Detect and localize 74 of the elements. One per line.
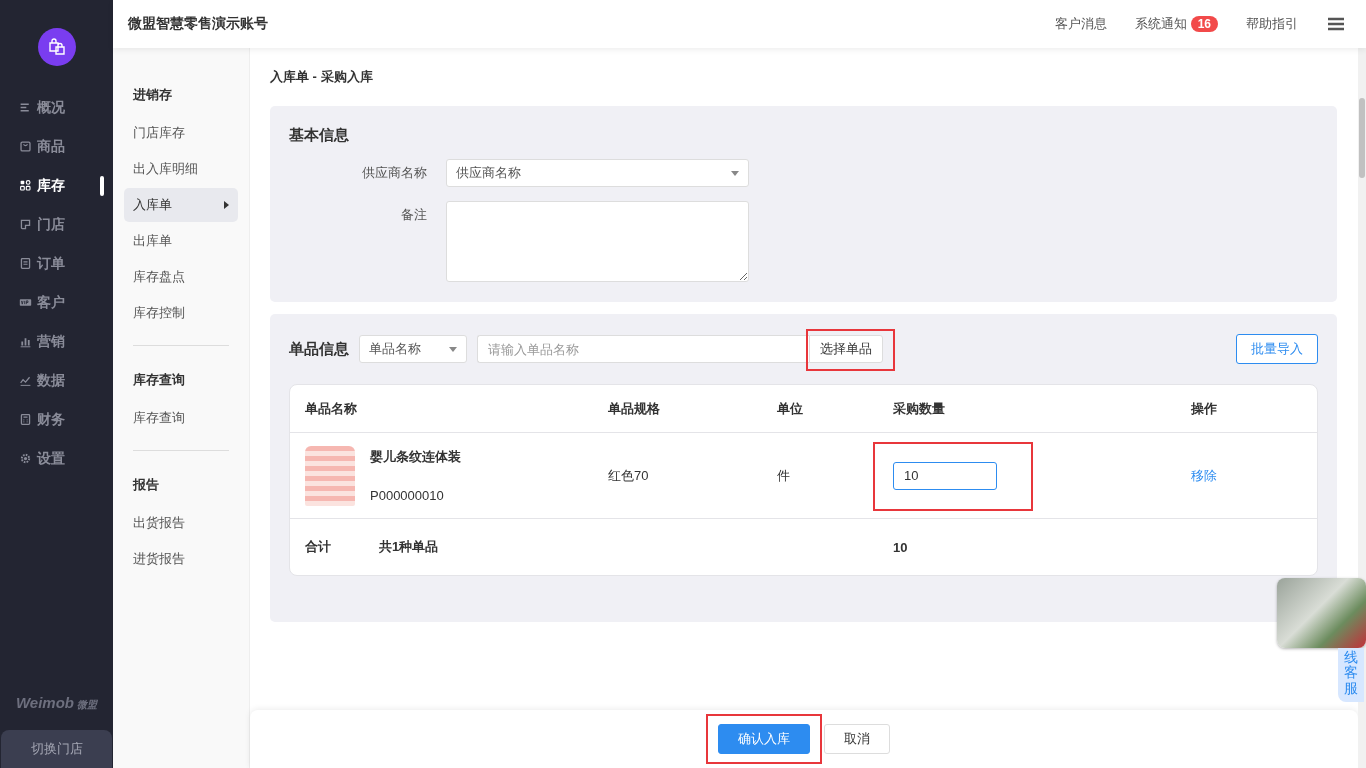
- nav-item[interactable]: 设置: [0, 439, 113, 478]
- header-link[interactable]: 帮助指引: [1246, 15, 1298, 33]
- product-name: 婴儿条纹连体装: [370, 448, 461, 466]
- table-cell-text: 件: [777, 466, 791, 485]
- card-title: 基本信息: [289, 126, 350, 145]
- dropdown-arrow-icon: [731, 170, 739, 176]
- card-title: 单品信息: [289, 339, 349, 359]
- column-header: 单品名称: [305, 399, 358, 418]
- brand-logo: Weimob: [15, 694, 75, 711]
- bag-icon: [19, 140, 32, 153]
- table-cell-text: 红色70: [608, 466, 650, 485]
- cancel-button[interactable]: 取消: [824, 724, 890, 754]
- sub-nav-item[interactable]: 出入库明细: [124, 152, 238, 186]
- nav-item[interactable]: 订单: [0, 244, 113, 283]
- section-title: 库存查询: [132, 371, 186, 389]
- header-link[interactable]: 客户消息: [1054, 15, 1107, 33]
- total-quantity: 10: [893, 539, 909, 555]
- field-label: 供应商名称: [361, 164, 428, 182]
- store-icon: [19, 218, 32, 231]
- nav-item[interactable]: 库存: [0, 166, 113, 205]
- gear-icon: [19, 452, 32, 465]
- notification-badge: 16: [1190, 16, 1218, 32]
- caret-icon: [224, 201, 229, 209]
- header-link[interactable]: 系统通知 16: [1134, 15, 1218, 33]
- product-code: P000000010: [370, 488, 445, 503]
- sub-nav-item[interactable]: 出库单: [124, 224, 238, 258]
- nav-item[interactable]: 门店: [0, 205, 113, 244]
- select-item-button[interactable]: 选择单品: [809, 335, 883, 363]
- field-label: 备注: [400, 206, 428, 224]
- vip-icon: [19, 296, 32, 309]
- photo-placeholder[interactable]: [1277, 578, 1366, 648]
- filter-select[interactable]: 单品名称: [359, 335, 467, 363]
- lines-icon: [19, 101, 32, 114]
- sub-nav-item[interactable]: 入库单: [124, 188, 238, 222]
- menu-icon[interactable]: [1328, 17, 1344, 31]
- supplier-select[interactable]: 供应商名称: [446, 159, 749, 187]
- quantity-field[interactable]: 10: [893, 461, 997, 490]
- search-field[interactable]: 请输入单品名称: [477, 335, 809, 363]
- sub-nav-item[interactable]: 门店库存: [124, 116, 238, 150]
- product-photo: [305, 445, 355, 506]
- grid-icon: [19, 179, 32, 192]
- sub-nav-item[interactable]: 出货报告: [124, 506, 238, 540]
- page-title: 入库单 - 采购入库: [270, 68, 374, 86]
- dropdown-arrow-icon: [449, 346, 457, 352]
- brand-logo-suffix: 微盟: [77, 698, 98, 712]
- bar-chart-icon: [19, 335, 32, 348]
- column-header: 单品规格: [608, 399, 661, 418]
- nav-item[interactable]: 商品: [0, 127, 113, 166]
- sub-nav-item[interactable]: 库存控制: [124, 296, 238, 330]
- total-label: 合计: [305, 538, 331, 556]
- total-count: 共1种单品: [379, 538, 439, 556]
- account-title: 微盟智慧零售演示账号: [128, 15, 269, 33]
- sub-nav-item[interactable]: 进货报告: [124, 542, 238, 576]
- nav-item[interactable]: 概况: [0, 88, 113, 127]
- nav-item[interactable]: 客户: [0, 283, 113, 322]
- sub-nav-item[interactable]: 库存盘点: [124, 260, 238, 294]
- section-title: 进销存: [132, 86, 173, 104]
- document-icon: [19, 257, 32, 270]
- section-title: 报告: [131, 476, 160, 494]
- nav-item[interactable]: 营销: [0, 322, 113, 361]
- sub-nav-item[interactable]: 库存查询: [124, 401, 238, 435]
- active-indicator: [100, 176, 104, 196]
- trend-icon: [19, 374, 32, 387]
- remove-link[interactable]: 移除: [1191, 466, 1317, 485]
- calculator-icon: [19, 413, 32, 426]
- bulk-import-button[interactable]: 批量导入: [1236, 334, 1318, 364]
- remark-field[interactable]: [446, 201, 749, 282]
- column-header: 单位: [777, 399, 804, 418]
- logo-icon: [37, 28, 76, 66]
- nav-item[interactable]: 数据: [0, 361, 113, 400]
- column-header: 操作: [1191, 399, 1218, 418]
- nav-item[interactable]: 财务: [0, 400, 113, 439]
- switch-store-button[interactable]: 切换门店: [1, 730, 112, 768]
- column-header: 采购数量: [893, 399, 946, 418]
